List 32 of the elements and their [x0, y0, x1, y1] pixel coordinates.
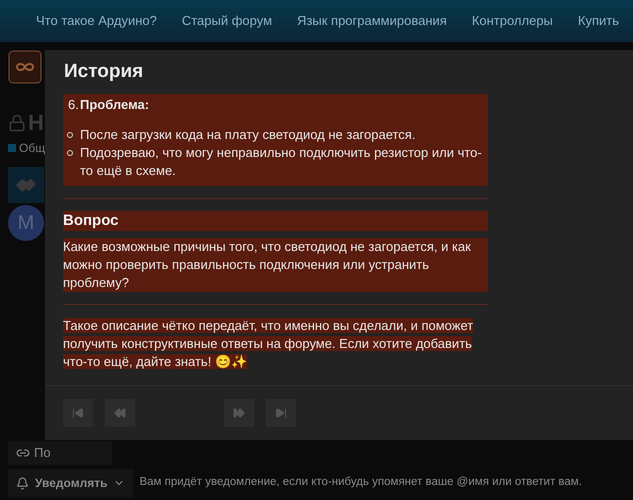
next-button[interactable] [224, 399, 254, 427]
bullet-text: После загрузки кода на плату светодиод не загорается. [80, 126, 416, 144]
nav-link[interactable]: Купить [578, 11, 620, 31]
lock-icon [8, 114, 26, 132]
last-button[interactable] [266, 399, 296, 427]
skip-forward-icon [275, 407, 287, 419]
closing-paragraph: Такое описание чётко передаёт, что именно вы сделали, и поможет получить конструктивные ответы на форуме. Если хотите добавить что-то ещё, дайте знать! 😊✨ [63, 317, 474, 371]
logo-icon[interactable] [8, 50, 42, 84]
bullet-icon [67, 150, 73, 156]
item-title: Проблема: [79, 96, 150, 114]
fast-forward-icon [233, 407, 245, 419]
handshake-icon [8, 167, 44, 203]
nav-link[interactable]: Контроллеры [472, 11, 553, 31]
nav-link[interactable]: Язык программирования [297, 11, 447, 31]
notify-dropdown-button[interactable]: Уведомлять [8, 469, 134, 497]
category-square-icon [8, 144, 16, 152]
nav-link[interactable]: Что такое Ардуино? [36, 11, 157, 31]
first-button[interactable] [63, 399, 93, 427]
nav-link[interactable]: Старый форум [182, 11, 272, 31]
notify-description: Вам придёт уведомление, если кто-нибудь упомянет ваше @имя или ответит вам. [139, 475, 582, 490]
skip-back-icon [72, 407, 84, 419]
bullet-icon [67, 132, 73, 138]
modal-title: История [64, 60, 144, 84]
category-label: Общ [19, 140, 46, 157]
list-number: 6. [68, 96, 79, 114]
previous-button[interactable] [105, 399, 135, 427]
question-paragraph: Какие возможные причины того, что светодиод не загорается, и как можно проверить правильность подключения или устранить проблему? [63, 238, 488, 292]
section-heading: Вопрос [63, 211, 488, 231]
bell-icon [16, 476, 29, 490]
bullet-text: Подозреваю, что могу неправильно подключить резистор или что-то ещё в схеме. [80, 144, 483, 180]
share-link-button[interactable]: По [8, 441, 112, 465]
rewind-icon [114, 407, 126, 419]
